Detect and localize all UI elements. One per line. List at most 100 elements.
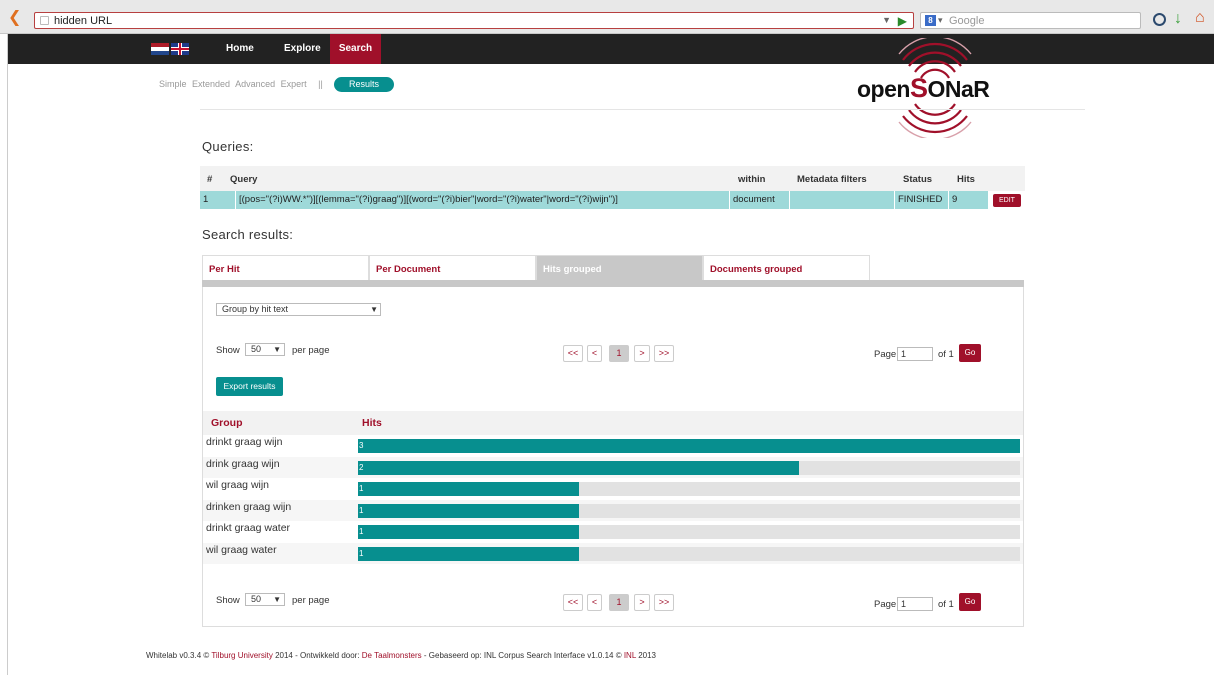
- url-bar[interactable]: hidden URL ▼ ▶: [34, 12, 914, 29]
- page-input-bottom[interactable]: 1: [897, 597, 933, 611]
- per-page-select-top[interactable]: 50 ▼: [245, 343, 285, 356]
- dutch-flag-icon[interactable]: [151, 43, 169, 55]
- tab-per-hit[interactable]: Per Hit: [202, 255, 369, 280]
- group-label[interactable]: drinkt graag water: [206, 522, 290, 534]
- hits-bar[interactable]: 1: [358, 503, 579, 518]
- logo-part-onar: ONaR: [927, 76, 990, 102]
- group-label[interactable]: drinkt graag wijn: [206, 436, 282, 448]
- pager-prev-bottom[interactable]: <: [587, 594, 602, 611]
- per-page-value-top[interactable]: 50: [251, 344, 261, 354]
- url-text[interactable]: hidden URL: [54, 15, 112, 27]
- group-label[interactable]: wil graag wijn: [206, 479, 269, 491]
- per-page-value-bottom[interactable]: 50: [251, 594, 261, 604]
- pager-last-bottom[interactable]: >>: [654, 594, 674, 611]
- hits-bar[interactable]: 2: [358, 460, 799, 475]
- group-row[interactable]: drink graag wijn 2: [203, 456, 1023, 478]
- footer-link-inl[interactable]: INL: [624, 651, 636, 660]
- logo-part-open: open: [857, 76, 910, 102]
- group-label[interactable]: drinken graag wijn: [206, 501, 291, 513]
- nav-explore[interactable]: Explore: [276, 34, 329, 64]
- per-page-select-bottom[interactable]: 50 ▼: [245, 593, 285, 606]
- col-metadata-filters: Metadata filters: [797, 174, 867, 185]
- search-icon[interactable]: [1153, 13, 1166, 26]
- url-dropdown-icon[interactable]: ▼: [882, 15, 891, 25]
- pager-first-bottom[interactable]: <<: [563, 594, 583, 611]
- col-within: within: [738, 174, 766, 185]
- search-engine-dropdown-icon[interactable]: ▾: [938, 15, 943, 26]
- dropdown-arrow-icon[interactable]: ▼: [370, 304, 378, 315]
- tab-hits-grouped[interactable]: Hits grouped: [536, 255, 703, 280]
- hits-bar[interactable]: 1: [358, 525, 579, 539]
- group-table-header: [203, 411, 1023, 435]
- group-row[interactable]: drinken graag wijn 1: [203, 499, 1023, 521]
- footer-link-tilburg[interactable]: Tilburg University: [211, 651, 273, 660]
- col-query: Query: [230, 174, 258, 185]
- page-label-bottom: Page: [874, 599, 897, 610]
- col-hits: Hits: [957, 174, 975, 185]
- group-label[interactable]: wil graag water: [206, 544, 277, 556]
- footer-text-4: 2013: [635, 651, 657, 660]
- subnav-expert[interactable]: Expert: [281, 79, 307, 89]
- col-group: Group: [211, 417, 243, 429]
- browser-toolbar: ❮ hidden URL ▼ ▶ 8 ▾ Google ↓ ⌂: [0, 0, 1214, 34]
- query-status: FINISHED: [895, 191, 949, 209]
- col-number: #: [207, 174, 213, 185]
- of-label-top: of 1: [938, 349, 954, 360]
- dropdown-arrow-icon[interactable]: ▼: [273, 594, 281, 605]
- query-text: [(pos="(?i)WW.*")][(lemma="(?i)graag")][…: [236, 191, 730, 209]
- col-group-hits: Hits: [362, 417, 382, 429]
- hits-bar[interactable]: 3: [358, 439, 1020, 453]
- group-by-select[interactable]: Group by hit text ▼: [216, 303, 381, 316]
- search-engine-icon[interactable]: 8: [925, 15, 936, 26]
- group-row[interactable]: wil graag water 1: [203, 542, 1023, 564]
- pager-last-top[interactable]: >>: [654, 345, 674, 362]
- browser-search-box[interactable]: 8 ▾ Google: [920, 12, 1141, 29]
- pager-next-top[interactable]: >: [634, 345, 650, 362]
- queries-table-header: # Query within Metadata filters Status H…: [200, 166, 1025, 191]
- per-page-label-top: per page: [292, 345, 330, 356]
- group-row[interactable]: wil graag wijn 1: [203, 478, 1023, 499]
- footer-text-1: Whitelab v0.3.4 ©: [146, 651, 212, 660]
- results-heading: Search results:: [202, 227, 294, 242]
- subnav-results[interactable]: Results: [334, 77, 394, 92]
- pager-first-top[interactable]: <<: [563, 345, 583, 362]
- go-button-top[interactable]: Go: [959, 344, 981, 362]
- uk-flag-icon[interactable]: [171, 43, 189, 55]
- query-filters: [790, 191, 895, 209]
- pager-current-top[interactable]: 1: [609, 345, 629, 362]
- group-by-value[interactable]: Group by hit text: [222, 304, 288, 314]
- hits-bar-track: 3: [358, 439, 1020, 453]
- subnav-extended[interactable]: Extended: [192, 79, 230, 89]
- back-arrow-icon[interactable]: ❮: [8, 10, 21, 26]
- nav-home[interactable]: Home: [218, 34, 262, 64]
- group-row[interactable]: drinkt graag wijn 3: [203, 435, 1023, 456]
- tab-per-document[interactable]: Per Document: [369, 255, 536, 280]
- page-footer: Whitelab v0.3.4 © Tilburg University 201…: [146, 651, 656, 660]
- per-page-label-bottom: per page: [292, 595, 330, 606]
- pager-current-bottom[interactable]: 1: [609, 594, 629, 611]
- subnav-advanced[interactable]: Advanced: [235, 79, 275, 89]
- query-number: 1: [200, 191, 236, 209]
- go-arrow-icon[interactable]: ▶: [898, 14, 907, 28]
- download-icon[interactable]: ↓: [1174, 11, 1182, 27]
- hits-bar-track: 1: [358, 482, 1020, 496]
- footer-link-taalmonsters[interactable]: De Taalmonsters: [362, 651, 422, 660]
- group-row[interactable]: drinkt graag water 1: [203, 521, 1023, 542]
- tab-documents-grouped[interactable]: Documents grouped: [703, 255, 870, 280]
- page-icon: [40, 16, 49, 25]
- page-input-top[interactable]: 1: [897, 347, 933, 361]
- search-placeholder[interactable]: Google: [949, 15, 984, 27]
- pager-next-bottom[interactable]: >: [634, 594, 650, 611]
- nav-search[interactable]: Search: [330, 34, 381, 64]
- go-button-bottom[interactable]: Go: [959, 593, 981, 611]
- hits-bar[interactable]: 1: [358, 546, 579, 561]
- export-results-button[interactable]: Export results: [216, 377, 283, 396]
- app-navbar: Home Explore Search: [8, 34, 1214, 64]
- group-label[interactable]: drink graag wijn: [206, 458, 280, 470]
- home-icon[interactable]: ⌂: [1195, 10, 1205, 26]
- hits-bar[interactable]: 1: [358, 482, 579, 496]
- edit-query-button[interactable]: EDIT: [993, 194, 1021, 207]
- pager-prev-top[interactable]: <: [587, 345, 602, 362]
- dropdown-arrow-icon[interactable]: ▼: [273, 344, 281, 355]
- subnav-simple[interactable]: Simple: [159, 79, 187, 89]
